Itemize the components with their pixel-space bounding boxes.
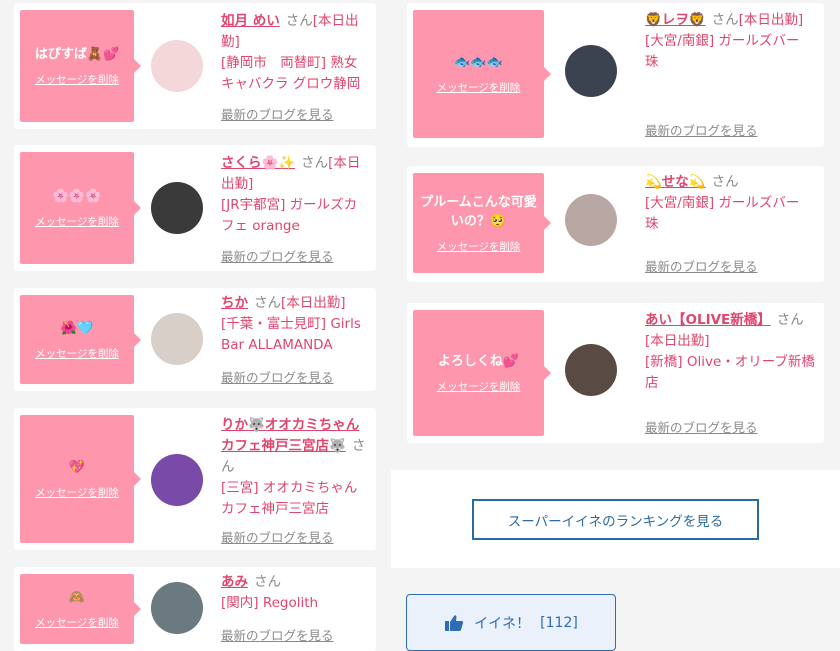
- delete-message-link[interactable]: メッセージを削除: [35, 615, 119, 630]
- like-count: [112]: [540, 614, 578, 631]
- message-bubble: よろしくね💕 メッセージを削除: [413, 310, 551, 436]
- message-text: プルームこんな可愛いの？🥺: [420, 194, 537, 229]
- honorific: さん: [285, 13, 313, 29]
- message-bubble: 🌸🌸🌸 メッセージを削除: [20, 152, 141, 264]
- delete-message-link[interactable]: メッセージを削除: [35, 214, 119, 229]
- message-text: 🙈: [68, 590, 86, 605]
- latest-blog-link[interactable]: 最新のブログを見る: [221, 367, 334, 386]
- honorific: さん: [301, 155, 329, 171]
- avatar[interactable]: [151, 313, 203, 365]
- avatar[interactable]: [151, 40, 203, 92]
- honorific: さん: [776, 312, 804, 328]
- thumbs-up-icon: [445, 614, 464, 631]
- delete-message-link[interactable]: メッセージを削除: [35, 346, 119, 361]
- latest-blog-link[interactable]: 最新のブログを見る: [221, 246, 334, 265]
- message-text: よろしくね💕: [437, 354, 520, 369]
- avatar[interactable]: [565, 344, 617, 396]
- avatar[interactable]: [565, 45, 617, 97]
- message-card: プルームこんな可愛いの？🥺 メッセージを削除 💫せな💫 さん [大宮/南銀] ガールズバ…: [407, 166, 824, 282]
- attendance-status: [本日出勤]: [645, 333, 710, 349]
- honorific: さん: [711, 12, 739, 28]
- message-text: 🐟🐟🐟: [454, 55, 503, 70]
- message-bubble: はぴすば🧸💕 メッセージを削除: [20, 10, 141, 122]
- message-card: 💖 メッセージを削除 りか🐺オオカミちゃんカフェ神戸三宮店🐺 さん [三宮] オオカミち…: [14, 408, 376, 550]
- honorific: さん: [711, 174, 739, 190]
- delete-message-link[interactable]: メッセージを削除: [437, 239, 521, 254]
- shop-info: [静岡市 両替町] 熟女キャバクラ グロウ静岡: [221, 55, 361, 92]
- attendance-status: [本日出勤]: [281, 295, 346, 311]
- message-card: 🐟🐟🐟 メッセージを削除 🦁レヲ🦁 さん[本日出勤] [大宮/南銀] ガールズバー 珠最…: [407, 3, 824, 147]
- honorific: さん: [254, 295, 281, 311]
- like-label: イイネ！: [474, 615, 531, 632]
- delete-message-link[interactable]: メッセージを削除: [437, 80, 521, 95]
- latest-blog-link[interactable]: 最新のブログを見る: [221, 104, 334, 123]
- shop-info: [千葉・富士見町] Girls Bar ALLAMANDA: [221, 316, 361, 353]
- latest-blog-link[interactable]: 最新のブログを見る: [645, 417, 758, 436]
- avatar[interactable]: [151, 582, 203, 634]
- avatar[interactable]: [565, 194, 617, 246]
- shop-info: [JR宇都宮] ガールズカフェ orange: [221, 197, 358, 234]
- avatar[interactable]: [151, 182, 203, 234]
- message-bubble: 🙈 メッセージを削除: [20, 574, 141, 644]
- girl-name-link[interactable]: さくら🌸✨: [221, 155, 295, 171]
- message-text: はぴすば🧸💕: [34, 47, 120, 62]
- girl-name-link[interactable]: あみ: [221, 574, 248, 590]
- latest-blog-link[interactable]: 最新のブログを見る: [645, 120, 758, 139]
- ranking-section: スーパーイイネのランキングを見る: [391, 470, 840, 568]
- latest-blog-link[interactable]: 最新のブログを見る: [645, 256, 758, 275]
- shop-info: [新橋] Olive・オリーブ新橋店: [645, 354, 815, 391]
- message-card: 🌺🩵 メッセージを削除 ちか さん[本日出勤] [千葉・富士見町] Girls Bar …: [14, 288, 376, 391]
- message-card: 🌸🌸🌸 メッセージを削除 さくら🌸✨ さん[本日出勤] [JR宇都宮] ガールズカフェ …: [14, 145, 376, 271]
- latest-blog-link[interactable]: 最新のブログを見る: [221, 527, 334, 546]
- delete-message-link[interactable]: メッセージを削除: [35, 485, 119, 500]
- girl-name-link[interactable]: 💫せな💫: [645, 174, 706, 190]
- girl-name-link[interactable]: りか🐺オオカミちゃんカフェ神戸三宮店🐺: [221, 417, 359, 454]
- avatar[interactable]: [151, 454, 203, 506]
- ranking-button[interactable]: スーパーイイネのランキングを見る: [472, 499, 759, 540]
- shop-info: [三宮] オオカミちゃんカフェ神戸三宮店: [221, 480, 358, 517]
- message-card: 🙈 メッセージを削除 あみ さん [関内] Regolith 最新のブログを見る: [14, 567, 376, 651]
- message-bubble: プルームこんな可愛いの？🥺 メッセージを削除: [413, 173, 551, 273]
- girl-name-link[interactable]: 如月 めい: [221, 13, 280, 29]
- girl-name-link[interactable]: 🦁レヲ🦁: [645, 12, 706, 28]
- message-bubble: 🐟🐟🐟 メッセージを削除: [413, 10, 551, 138]
- delete-message-link[interactable]: メッセージを削除: [35, 72, 119, 87]
- honorific: さん: [254, 574, 281, 590]
- girl-name-link[interactable]: あい【OLIVE新橋】: [645, 312, 771, 328]
- message-card: はぴすば🧸💕 メッセージを削除 如月 めい さん[本日出勤] [静岡市 両替町] 熟女キ…: [14, 3, 376, 129]
- message-bubble: 💖 メッセージを削除: [20, 415, 141, 543]
- attendance-status: [本日出勤]: [738, 12, 804, 28]
- message-card: よろしくね💕 メッセージを削除 あい【OLIVE新橋】 さん [本日出勤] [新橋] Ol…: [407, 303, 824, 443]
- shop-info: [関内] Regolith: [221, 595, 319, 611]
- delete-message-link[interactable]: メッセージを削除: [437, 379, 521, 394]
- message-text: 🌸🌸🌸: [52, 189, 102, 204]
- like-button[interactable]: イイネ！ [112]: [406, 594, 616, 651]
- message-text: 🌺🩵: [60, 320, 94, 336]
- shop-info: [大宮/南銀] ガールズバー 珠: [645, 195, 800, 232]
- message-text: 💖: [68, 460, 86, 475]
- latest-blog-link[interactable]: 最新のブログを見る: [221, 625, 334, 644]
- message-bubble: 🌺🩵 メッセージを削除: [20, 295, 141, 384]
- girl-name-link[interactable]: ちか: [221, 295, 248, 311]
- shop-info: [大宮/南銀] ガールズバー 珠: [645, 33, 800, 70]
